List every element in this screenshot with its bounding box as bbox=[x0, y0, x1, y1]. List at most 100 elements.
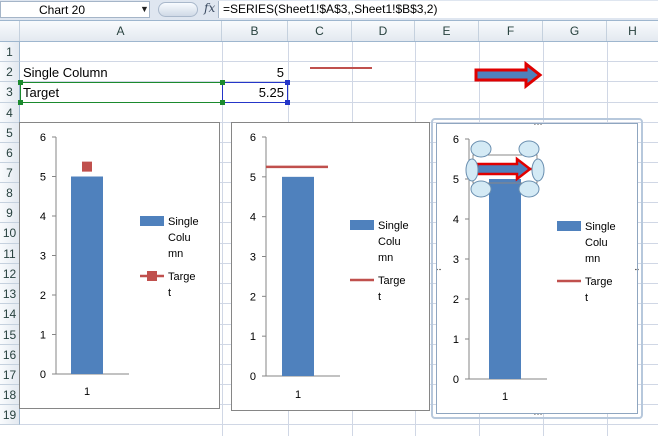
row-header-8[interactable]: 8 bbox=[0, 183, 20, 203]
column-header-a[interactable]: A bbox=[20, 21, 222, 41]
row-header-13[interactable]: 13 bbox=[0, 284, 20, 304]
sample-arrow-shape[interactable] bbox=[474, 60, 543, 90]
legend-label-single-column: Colu bbox=[585, 237, 608, 249]
row-header-3[interactable]: 3 bbox=[0, 82, 20, 103]
row-header-17[interactable]: 17 bbox=[0, 365, 20, 385]
cell-b2[interactable]: 5 bbox=[224, 63, 284, 82]
row-header-2[interactable]: 2 bbox=[0, 62, 20, 82]
x-tick-label: 1 bbox=[84, 386, 90, 398]
column-header-h[interactable]: H bbox=[607, 21, 658, 41]
y-tick-label: 2 bbox=[40, 290, 46, 302]
legend-label-single-column: mn bbox=[378, 252, 393, 264]
bar-single-column bbox=[282, 176, 314, 376]
formula-bar-divider-handle[interactable] bbox=[158, 2, 198, 17]
row-header-15[interactable]: 15 bbox=[0, 325, 20, 345]
selection-handle[interactable] bbox=[465, 158, 479, 182]
y-tick-label: 4 bbox=[250, 212, 256, 224]
y-tick-label: 6 bbox=[40, 132, 46, 144]
legend-swatch-target-marker bbox=[147, 271, 157, 281]
range-handle[interactable] bbox=[18, 80, 23, 85]
y-tick-label: 5 bbox=[40, 172, 46, 184]
y-tick-label: 4 bbox=[40, 211, 46, 223]
range-handle[interactable] bbox=[285, 80, 290, 85]
y-tick-label: 4 bbox=[453, 214, 459, 226]
name-box[interactable]: Chart 20 ▼ bbox=[0, 1, 150, 18]
legend: Single Colu mn Targe t bbox=[350, 220, 409, 303]
chart-1[interactable]: 0 1 2 3 4 5 6 1 Single Colu mn Targe t bbox=[19, 122, 220, 409]
row-header-14[interactable]: 14 bbox=[0, 304, 20, 325]
column-header-f[interactable]: F bbox=[479, 21, 543, 41]
row-header-10[interactable]: 10 bbox=[0, 223, 20, 244]
chart-resize-handle[interactable]: ∙∙∙ bbox=[533, 124, 542, 130]
selection-handle[interactable] bbox=[470, 180, 492, 198]
column-header-d[interactable]: D bbox=[352, 21, 415, 41]
legend-label-single-column: Colu bbox=[168, 232, 191, 244]
legend: Single Colu mn Targe t bbox=[140, 216, 199, 299]
legend-label-target: t bbox=[585, 292, 588, 304]
column-header-c[interactable]: C bbox=[288, 21, 352, 41]
row-header-1[interactable]: 1 bbox=[0, 42, 20, 62]
column-header-b[interactable]: B bbox=[222, 21, 288, 41]
selection-handle[interactable] bbox=[518, 140, 540, 158]
y-tick-label: 0 bbox=[250, 371, 256, 383]
row-gridline bbox=[20, 424, 658, 425]
row-header-16[interactable]: 16 bbox=[0, 345, 20, 365]
row-header-11[interactable]: 11 bbox=[0, 244, 20, 264]
formula-input[interactable]: =SERIES(Sheet1!$A$3,,Sheet1!$B$3,2) bbox=[218, 1, 658, 18]
chart-3-selected[interactable]: 0 1 2 3 4 5 6 1 ∙∙∙ ∙∙∙ ∙∙∙ ∙∙∙ Single Colu mn Targe t bbox=[436, 123, 639, 415]
row-header-5[interactable]: 5 bbox=[0, 123, 20, 143]
column-header-e[interactable]: E bbox=[415, 21, 479, 41]
chart-2-plot: 0 1 2 3 4 5 6 1 Single Colu mn Targe t bbox=[250, 132, 409, 401]
legend: Single Colu mn Targe t bbox=[557, 221, 616, 304]
legend-label-single-column: Colu bbox=[378, 236, 401, 248]
range-handle[interactable] bbox=[18, 100, 23, 105]
selection-handle[interactable] bbox=[470, 140, 492, 158]
y-tick-label: 5 bbox=[250, 172, 256, 184]
legend-label-target: t bbox=[168, 287, 171, 299]
legend-label-target: t bbox=[378, 291, 381, 303]
legend-swatch-single-column bbox=[557, 221, 581, 231]
fx-icon[interactable]: fx bbox=[204, 1, 215, 15]
y-tick-label: 3 bbox=[453, 254, 459, 266]
y-tick-label: 5 bbox=[453, 174, 459, 186]
legend-label-single-column: Single bbox=[168, 216, 199, 228]
row-header-6[interactable]: 6 bbox=[0, 143, 20, 163]
y-tick-label: 2 bbox=[453, 294, 459, 306]
bar-single-column bbox=[71, 176, 103, 374]
cell-a2[interactable]: Single Column bbox=[23, 63, 108, 82]
chart-1-plot: 0 1 2 3 4 5 6 1 Single Colu mn Targe t bbox=[40, 132, 199, 398]
row-header-9[interactable]: 9 bbox=[0, 203, 20, 223]
legend-label-target: Targe bbox=[585, 276, 613, 288]
chart-2[interactable]: 0 1 2 3 4 5 6 1 Single Colu mn Targe t bbox=[231, 122, 430, 411]
series-name-range-highlight bbox=[20, 82, 223, 103]
y-tick-label: 6 bbox=[250, 132, 256, 144]
name-box-value: Chart 20 bbox=[39, 3, 86, 17]
column-header-g[interactable]: G bbox=[543, 21, 607, 41]
legend-swatch-single-column bbox=[350, 220, 374, 230]
chart-resize-handle[interactable]: ∙∙∙ bbox=[437, 264, 442, 276]
chevron-down-icon[interactable]: ▼ bbox=[140, 4, 149, 14]
legend-swatch-single-column bbox=[140, 216, 164, 226]
y-tick-label: 0 bbox=[453, 374, 459, 386]
row-header-19[interactable]: 19 bbox=[0, 405, 20, 425]
selection-handle[interactable] bbox=[531, 158, 545, 182]
select-all-corner[interactable] bbox=[0, 21, 20, 41]
row-header-4[interactable]: 4 bbox=[0, 103, 20, 123]
x-tick-label: 1 bbox=[295, 389, 301, 401]
selection-handle[interactable] bbox=[518, 180, 540, 198]
range-handle[interactable] bbox=[285, 100, 290, 105]
chart-3-plot: 0 1 2 3 4 5 6 1 ∙∙∙ ∙∙∙ ∙∙∙ ∙∙∙ Single Colu mn Targe t bbox=[437, 124, 639, 415]
range-handle[interactable] bbox=[220, 100, 225, 105]
sheet-drawing-layer bbox=[310, 60, 543, 90]
y-tick-label: 3 bbox=[250, 252, 256, 264]
range-handle[interactable] bbox=[220, 80, 225, 85]
chart-resize-handle[interactable]: ∙∙∙ bbox=[533, 409, 542, 415]
chart-resize-handle[interactable]: ∙∙∙ bbox=[634, 264, 639, 276]
row-header-18[interactable]: 18 bbox=[0, 385, 20, 405]
row-header-12[interactable]: 12 bbox=[0, 264, 20, 284]
bar-single-column bbox=[489, 179, 521, 379]
x-tick-label: 1 bbox=[502, 391, 508, 403]
row-header-7[interactable]: 7 bbox=[0, 163, 20, 183]
y-tick-label: 6 bbox=[453, 134, 459, 146]
target-arrow-shape bbox=[475, 156, 533, 182]
